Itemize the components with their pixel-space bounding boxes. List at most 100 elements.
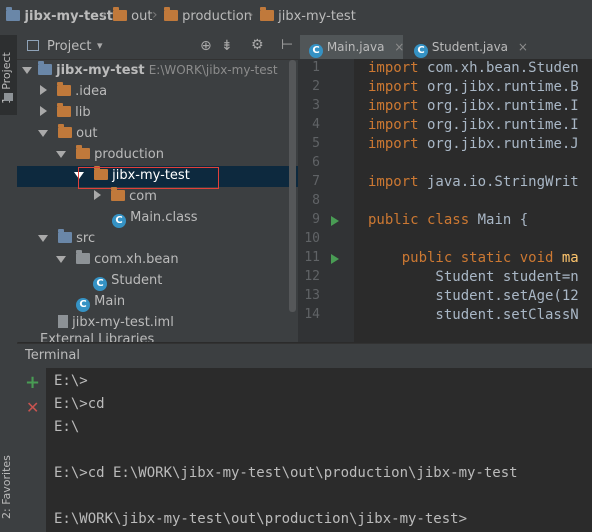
project-folder-icon bbox=[38, 61, 52, 75]
tree-item-out[interactable]: out bbox=[38, 123, 97, 144]
line-number: 12 bbox=[304, 269, 320, 284]
terminal-header: Terminal bbox=[17, 343, 592, 369]
line-number: 4 bbox=[312, 117, 320, 132]
tree-item-project-root[interactable]: jibx-my-test E:\WORK\jibx-my-test bbox=[22, 60, 278, 81]
breadcrumb-item-out[interactable]: out bbox=[113, 7, 152, 24]
chevron-down-icon[interactable] bbox=[38, 130, 48, 137]
project-panel-header: Project ▾ ⊕ ⇟ ⚙ ⊢ bbox=[17, 35, 298, 60]
line-number: 8 bbox=[312, 193, 320, 208]
code-line: import org.jibx.runtime.J bbox=[368, 136, 579, 152]
breadcrumb-item-jibx-my-test[interactable]: jibx-my-test bbox=[260, 7, 356, 24]
close-tab-icon[interactable]: × bbox=[518, 40, 528, 54]
tree-item-main[interactable]: C Main bbox=[76, 291, 125, 312]
terminal-output[interactable]: E:\> E:\>cd E:\ E:\>cd E:\WORK\jibx-my-test… bbox=[46, 368, 592, 532]
code-line: import org.jibx.runtime.I bbox=[368, 117, 579, 133]
run-arrow-icon[interactable] bbox=[331, 216, 339, 226]
code-editor[interactable]: import com.xh.bean.Studen import org.jibx… bbox=[354, 59, 592, 342]
terminal-line: E:\>cd bbox=[54, 396, 105, 412]
class-icon: C bbox=[414, 44, 428, 58]
breadcrumb-separator: › bbox=[152, 7, 158, 23]
line-number-column: 1 2 3 4 5 6 7 8 9 10 11 12 13 14 bbox=[298, 59, 354, 342]
tree-item-com[interactable]: com bbox=[94, 186, 157, 207]
tree-item-src[interactable]: src bbox=[38, 228, 95, 249]
module-file-icon bbox=[58, 315, 68, 328]
line-number: 6 bbox=[312, 155, 320, 170]
breadcrumb-item-production[interactable]: production bbox=[164, 7, 252, 24]
close-tab-icon[interactable]: × bbox=[394, 40, 404, 54]
breadcrumb: jibx-my-test › out › production › jibx-m… bbox=[0, 0, 592, 36]
run-arrow-icon[interactable] bbox=[331, 254, 339, 264]
line-number: 5 bbox=[312, 136, 320, 151]
tab-student-java[interactable]: C Student.java × bbox=[406, 35, 528, 59]
package-icon bbox=[76, 250, 90, 264]
code-line: student.setAge(12 bbox=[368, 288, 579, 304]
tree-item-package[interactable]: com.xh.bean bbox=[56, 249, 179, 270]
folder-icon bbox=[58, 124, 72, 138]
folder-icon bbox=[260, 7, 274, 21]
terminal-line: E:\> bbox=[54, 373, 88, 389]
left-tool-strip: 1: Project 2: Favorites bbox=[0, 35, 18, 532]
breadcrumb-separator: › bbox=[101, 7, 107, 23]
tree-item-production[interactable]: production bbox=[56, 144, 164, 165]
chevron-down-icon[interactable]: ▾ bbox=[97, 39, 103, 52]
code-line: Student student=n bbox=[368, 269, 579, 285]
tree-item-external-libraries[interactable]: External Libraries bbox=[40, 333, 154, 342]
project-tool-icon bbox=[4, 93, 13, 101]
favorites-tool-tab[interactable]: 2: Favorites bbox=[0, 447, 17, 527]
chevron-down-icon[interactable] bbox=[38, 235, 48, 242]
code-line: import com.xh.bean.Studen bbox=[368, 60, 579, 76]
folder-icon bbox=[113, 7, 127, 21]
tree-item-student[interactable]: C Student bbox=[93, 270, 162, 291]
project-panel-title[interactable]: Project bbox=[47, 39, 91, 54]
line-number: 14 bbox=[304, 307, 320, 322]
project-scrollbar[interactable] bbox=[289, 60, 296, 312]
folder-icon bbox=[57, 82, 71, 96]
line-number: 3 bbox=[312, 98, 320, 113]
project-view-icon bbox=[27, 40, 39, 51]
close-icon[interactable]: ✕ bbox=[26, 398, 39, 417]
target-icon[interactable]: ⊕ bbox=[200, 38, 212, 54]
line-number: 10 bbox=[304, 231, 320, 246]
code-line: public static void ma bbox=[368, 250, 579, 266]
chevron-down-icon[interactable] bbox=[22, 67, 32, 74]
chevron-right-icon[interactable] bbox=[40, 106, 47, 116]
tree-item-iml[interactable]: jibx-my-test.iml bbox=[58, 312, 174, 333]
breadcrumb-separator: › bbox=[248, 7, 254, 23]
settings-gear-icon[interactable]: ⚙ bbox=[251, 37, 264, 53]
project-tool-tab-label: 1: Project bbox=[0, 52, 13, 104]
folder-icon bbox=[57, 103, 71, 117]
collapse-all-icon[interactable]: ⇟ bbox=[221, 38, 233, 54]
line-number: 11 bbox=[304, 250, 320, 265]
folder-icon bbox=[164, 7, 178, 21]
editor-tab-bar: C Main.java × C Student.java × bbox=[298, 35, 592, 60]
tree-item-idea[interactable]: .idea bbox=[40, 81, 107, 102]
chevron-right-icon[interactable] bbox=[40, 85, 47, 95]
chevron-right-icon[interactable] bbox=[94, 190, 101, 200]
code-line: public class Main { bbox=[368, 212, 529, 228]
breadcrumb-item-project[interactable]: jibx-my-test bbox=[6, 7, 113, 24]
line-number: 13 bbox=[304, 288, 320, 303]
tab-main-java[interactable]: C Main.java × bbox=[300, 35, 404, 59]
project-tool-tab[interactable]: 1: Project bbox=[0, 35, 17, 115]
plus-icon[interactable]: + bbox=[25, 372, 40, 393]
tree-item-main-class[interactable]: C Main.class bbox=[112, 207, 198, 228]
chevron-down-icon[interactable] bbox=[56, 151, 66, 158]
terminal-line: E:\WORK\jibx-my-test\out\production\jibx… bbox=[54, 511, 468, 527]
class-file-icon: C bbox=[112, 214, 126, 228]
project-folder-icon bbox=[6, 7, 20, 21]
tree-item-lib[interactable]: lib bbox=[40, 102, 91, 123]
terminal-line: E:\>cd E:\WORK\jibx-my-test\out\producti… bbox=[54, 465, 518, 481]
line-number: 9 bbox=[312, 212, 320, 227]
code-line: student.setClassN bbox=[368, 307, 579, 323]
terminal-title[interactable]: Terminal bbox=[25, 348, 80, 363]
terminal-line: E:\ bbox=[54, 419, 80, 435]
terminal-toolbar: + ✕ bbox=[17, 368, 47, 532]
code-line: import org.jibx.runtime.I bbox=[368, 98, 579, 114]
chevron-down-icon[interactable] bbox=[56, 256, 66, 263]
code-line: import org.jibx.runtime.B bbox=[368, 79, 579, 95]
folder-icon bbox=[111, 187, 125, 201]
line-number: 1 bbox=[312, 60, 320, 75]
hide-panel-icon[interactable]: ⊢ bbox=[281, 37, 293, 53]
folder-icon bbox=[76, 145, 90, 159]
source-folder-icon bbox=[58, 229, 72, 243]
